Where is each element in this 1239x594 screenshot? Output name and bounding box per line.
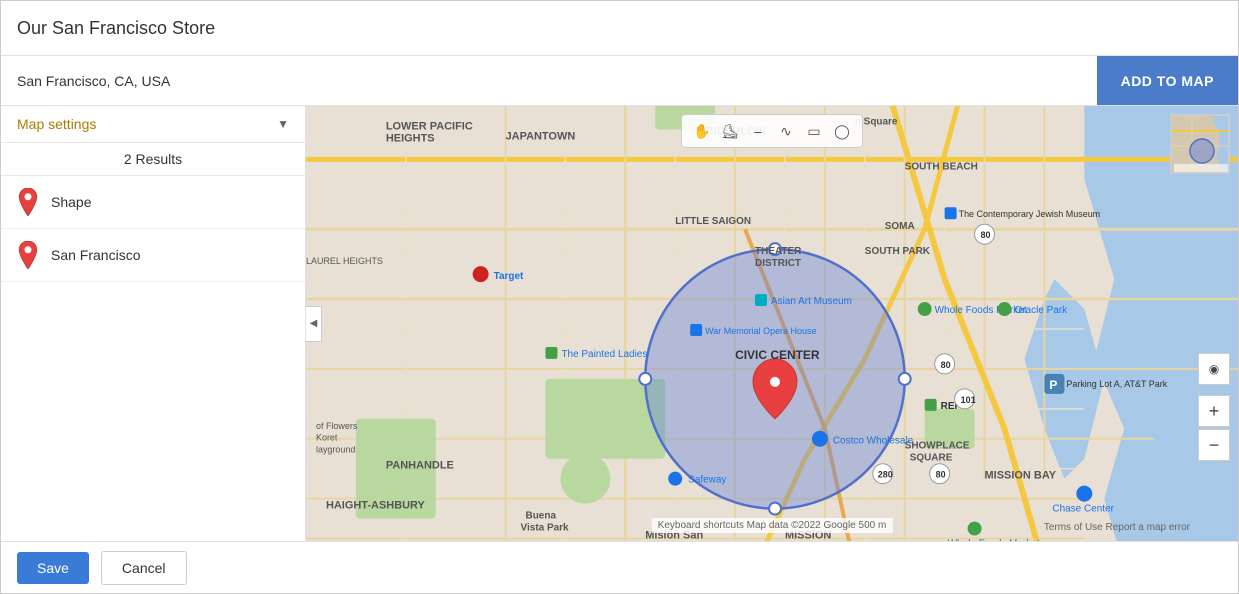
svg-text:of Flowers: of Flowers (316, 421, 358, 431)
svg-text:Asian Art Museum: Asian Art Museum (771, 296, 852, 307)
map-attribution-right: Terms of Use Report a map error (1044, 522, 1190, 533)
map-container: LOWER PACIFIC HEIGHTS JAPANTOWN TENDERLO… (306, 106, 1238, 541)
bottom-bar: Save Cancel (1, 541, 1238, 593)
result-shape-label: Shape (51, 194, 91, 210)
pin-tool-button[interactable]: ⛸ (718, 119, 742, 143)
hand-tool-button[interactable]: ✋ (690, 119, 714, 143)
svg-text:CIVIC CENTER: CIVIC CENTER (735, 348, 820, 362)
svg-text:Buena: Buena (526, 511, 557, 522)
zoom-out-button[interactable]: − (1198, 429, 1230, 461)
page-title: Our San Francisco Store (17, 18, 215, 39)
minimap[interactable] (1170, 114, 1230, 174)
map-toolbar: ✋ ⛸ ⎯ ∿ ▭ ◯ (681, 114, 863, 148)
svg-text:War Memorial Opera House: War Memorial Opera House (705, 326, 816, 336)
results-count: 2 Results (1, 143, 305, 176)
save-button[interactable]: Save (17, 552, 89, 584)
zigzag-tool-button[interactable]: ∿ (774, 119, 798, 143)
map-settings-label: Map settings (17, 116, 96, 132)
svg-text:Whole Foods Market: Whole Foods Market (948, 539, 1040, 541)
svg-text:Costco Wholesale: Costco Wholesale (833, 436, 914, 447)
svg-text:layground: layground (316, 445, 355, 455)
svg-text:SOMA: SOMA (885, 221, 915, 232)
list-item[interactable]: San Francisco (1, 229, 305, 282)
svg-text:80: 80 (941, 360, 951, 370)
svg-text:80: 80 (981, 230, 991, 240)
chevron-down-icon: ▼ (277, 117, 289, 131)
line-tool-button[interactable]: ⎯ (746, 119, 770, 143)
svg-text:HEIGHTS: HEIGHTS (386, 132, 435, 144)
svg-text:HAIGHT-ASHBURY: HAIGHT-ASHBURY (326, 500, 426, 512)
title-bar: Our San Francisco Store (1, 1, 1238, 56)
svg-text:SOUTH BEACH: SOUTH BEACH (905, 161, 978, 172)
app-container: Our San Francisco Store ADD TO MAP Map s… (0, 0, 1239, 594)
pin-icon (17, 241, 39, 269)
zoom-controls: ◉ + − (1198, 353, 1230, 461)
pin-icon (17, 188, 39, 216)
svg-text:SOUTH PARK: SOUTH PARK (865, 246, 931, 257)
map-settings-row[interactable]: Map settings ▼ (1, 106, 305, 143)
svg-text:101: 101 (961, 395, 976, 405)
zoom-in-button[interactable]: + (1198, 395, 1230, 427)
svg-text:MISSION BAY: MISSION BAY (985, 470, 1057, 482)
svg-text:SHOWPLACE: SHOWPLACE (905, 441, 970, 452)
svg-text:Parking Lot A, AT&T Park: Parking Lot A, AT&T Park (1066, 379, 1167, 389)
svg-text:LOWER PACIFIC: LOWER PACIFIC (386, 120, 473, 132)
svg-text:SQUARE: SQUARE (910, 453, 953, 464)
svg-text:The Contemporary Jewish Museum: The Contemporary Jewish Museum (959, 209, 1101, 219)
svg-text:LAUREL HEIGHTS: LAUREL HEIGHTS (306, 256, 383, 266)
svg-text:80: 80 (936, 470, 946, 480)
cancel-button[interactable]: Cancel (101, 551, 187, 585)
svg-text:PANHANDLE: PANHANDLE (386, 460, 454, 472)
svg-text:THEATER: THEATER (755, 246, 801, 257)
svg-text:Oracle Park: Oracle Park (1014, 305, 1067, 316)
main-content: Map settings ▼ 2 Results Shape San Franc… (1, 106, 1238, 541)
svg-text:P: P (1049, 378, 1057, 392)
search-bar: ADD TO MAP (1, 56, 1238, 106)
sidebar-toggle-button[interactable]: ◀ (306, 306, 322, 342)
list-item[interactable]: Shape (1, 176, 305, 229)
svg-text:280: 280 (878, 470, 893, 480)
locate-me-button[interactable]: ◉ (1198, 353, 1230, 385)
svg-text:The Painted Ladies: The Painted Ladies (561, 349, 647, 360)
svg-text:DISTRICT: DISTRICT (755, 258, 801, 269)
sidebar: Map settings ▼ 2 Results Shape San Franc… (1, 106, 306, 541)
svg-text:Koret: Koret (316, 433, 338, 443)
svg-text:Chase Center: Chase Center (1052, 504, 1114, 515)
circle-tool-button[interactable]: ◯ (830, 119, 854, 143)
svg-text:Whole Foods Market: Whole Foods Market (935, 305, 1027, 316)
add-to-map-button[interactable]: ADD TO MAP (1097, 56, 1238, 105)
result-sf-label: San Francisco (51, 247, 140, 263)
map-attribution: Keyboard shortcuts Map data ©2022 Google… (652, 518, 893, 533)
search-input[interactable] (17, 56, 1097, 105)
svg-text:LITTLE SAIGON: LITTLE SAIGON (675, 216, 751, 227)
svg-text:JAPANTOWN: JAPANTOWN (506, 130, 576, 142)
map-visual: LOWER PACIFIC HEIGHTS JAPANTOWN TENDERLO… (306, 106, 1238, 541)
svg-text:Safeway: Safeway (688, 475, 726, 486)
rect-tool-button[interactable]: ▭ (802, 119, 826, 143)
svg-text:Vista Park: Vista Park (521, 523, 569, 534)
svg-text:Target: Target (494, 271, 524, 282)
